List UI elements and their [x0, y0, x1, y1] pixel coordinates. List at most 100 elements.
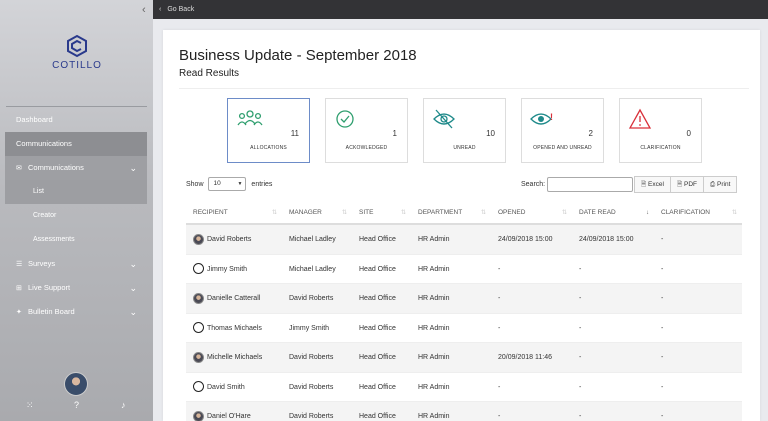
page-subtitle: Read Results [179, 68, 240, 79]
sidebar-group-communications[interactable]: ✉ Communications ⌄ [5, 156, 147, 180]
sidebar-item-label: Communications [16, 139, 72, 148]
cell-department: HR Admin [418, 354, 450, 361]
sidebar-item-list[interactable]: List [5, 180, 147, 204]
cell-site: Head Office [359, 236, 396, 243]
page-title: Business Update - September 2018 [179, 47, 417, 64]
cell-recipient: Michelle Michaels [186, 343, 282, 372]
table-row[interactable]: Daniel O'Hare David Roberts Head Office HR … [186, 402, 742, 421]
results-table: RECIPIENT ⇅ MANAGER ⇅ SITE ⇅ DEPARTMENT ⇅ OP… [186, 201, 742, 421]
cell-opened: - [498, 265, 501, 273]
print-button[interactable]: ⎙ Print [704, 176, 738, 193]
stat-clarification[interactable]: 0 CLARIFICATION [619, 98, 702, 163]
cell-manager: David Roberts [289, 413, 334, 420]
stat-value: 1 [392, 129, 397, 138]
cell-clarification: - [661, 265, 664, 273]
search-input[interactable] [547, 177, 633, 192]
column-header-recipient[interactable]: RECIPIENT ⇅ [186, 201, 282, 223]
sidebar-divider [6, 106, 147, 107]
stat-unread[interactable]: 10 UNREAD [423, 98, 506, 163]
sidebar-item-label: Creator [33, 212, 57, 219]
stat-value: 2 [588, 129, 593, 138]
grid-icon[interactable]: ⁙ [26, 400, 34, 411]
cell-opened: - [498, 295, 501, 302]
cell-date-read: 24/09/2018 15:00 [579, 236, 634, 243]
sidebar-item-label: Communications [28, 163, 84, 172]
pdf-button[interactable]: 🗎 PDF [670, 176, 704, 193]
excel-button[interactable]: 🗎 Excel [634, 176, 671, 193]
cell-recipient: Thomas Michaels [186, 314, 282, 343]
sidebar-group-live-support[interactable]: ⊞ Live Support ⌄ [5, 276, 147, 300]
stat-allocations[interactable]: 11 ALLOCATIONS [227, 98, 310, 163]
sidebar-item-creator[interactable]: Creator [5, 204, 147, 228]
users-icon [236, 108, 264, 130]
sort-icon: ↓ [646, 210, 649, 216]
table-row[interactable]: Thomas Michaels Jimmy Smith Head Office HR … [186, 314, 742, 343]
avatar [193, 292, 204, 304]
cell-clarification: - [661, 413, 664, 420]
cell-date-read: - [579, 265, 582, 273]
user-icon [193, 381, 204, 393]
list-icon: ☰ [16, 261, 23, 268]
cotillo-logo-icon [67, 34, 87, 58]
cell-site: Head Office [359, 354, 396, 361]
avatar [193, 410, 204, 421]
sort-icon: ⇅ [731, 210, 737, 216]
sidebar-item-label: Surveys [28, 259, 56, 268]
sidebar-group-surveys[interactable]: ☰ Surveys ⌄ [5, 252, 147, 276]
cell-manager: David Roberts [289, 383, 334, 391]
column-header-clarification[interactable]: CLARIFICATION ⇅ [654, 201, 742, 223]
sidebar-item-assessments[interactable]: Assessments [5, 228, 147, 252]
column-header-manager[interactable]: MANAGER ⇅ [282, 201, 352, 223]
cell-date-read: - [579, 354, 582, 361]
column-header-department[interactable]: DEPARTMENT ⇅ [411, 201, 491, 223]
cell-site: Head Office [359, 413, 396, 420]
table-row[interactable]: Danielle Catterall David Roberts Head Offi… [186, 284, 742, 314]
column-header-site[interactable]: SITE ⇅ [352, 201, 411, 223]
table-body: David Roberts Michael Ladley Head Office HR… [186, 225, 742, 421]
chevron-down-icon: ⌄ [129, 163, 137, 173]
sidebar-item-dashboard[interactable]: Dashboard [5, 108, 147, 132]
sidebar-item-label: Dashboard [16, 115, 53, 124]
file-pdf-icon: 🗎 [676, 181, 683, 188]
help-icon[interactable]: ? [74, 400, 79, 410]
envelope-icon: ✉ [16, 165, 22, 172]
go-back-button[interactable]: ‹ Go Back [153, 0, 768, 19]
table-row[interactable]: David Roberts Michael Ladley Head Office HR… [186, 225, 742, 255]
sidebar-group-bulletin-board[interactable]: ✦ Bulletin Board ⌄ [5, 300, 147, 324]
stat-acknowledged[interactable]: 1 ACKOWLEDGED [325, 98, 408, 163]
sidebar-item-label: Assessments [33, 236, 75, 243]
cell-manager: David Roberts [289, 295, 334, 302]
sidebar-item-communications[interactable]: Communications [5, 132, 147, 156]
sidebar-item-label: Live Support [28, 283, 71, 292]
cell-opened: 24/09/2018 15:00 [498, 236, 553, 243]
cell-clarification: - [661, 383, 664, 391]
cell-manager: Michael Ladley [289, 236, 336, 243]
user-avatar[interactable] [64, 372, 88, 396]
table-row[interactable]: Jimmy Smith Michael Ladley Head Office HR A… [186, 255, 742, 284]
cell-clarification: - [661, 236, 664, 243]
cell-site: Head Office [359, 383, 396, 391]
avatar [193, 351, 204, 363]
table-row[interactable]: Michelle Michaels David Roberts Head Offic… [186, 343, 742, 373]
bell-icon[interactable]: ♪ [121, 400, 126, 410]
top-bar: ‹ Go Back [153, 0, 768, 19]
length-control: Show 10 ▼ entries [186, 177, 272, 191]
chevron-down-icon: ⌄ [129, 259, 137, 269]
chevron-left-icon[interactable]: ‹ [142, 4, 146, 16]
sort-icon: ⇅ [480, 210, 486, 216]
table-row[interactable]: David Smith David Roberts Head Office HR Ad… [186, 373, 742, 402]
stat-label: ACKOWLEDGED [345, 145, 388, 151]
cell-recipient: Jimmy Smith [186, 255, 282, 284]
stat-label: CLARIFICATION [640, 145, 681, 151]
cell-recipient: Daniel O'Hare [186, 402, 282, 421]
search-label: Search: [521, 181, 546, 188]
column-header-date-read[interactable]: DATE READ ↓ [572, 201, 654, 223]
sidebar: ‹ COTILLO Dashboard Communications ✉ Comm… [0, 0, 153, 421]
sort-icon: ⇅ [341, 210, 347, 216]
entries-select[interactable]: 10 ▼ [208, 177, 247, 191]
cell-clarification: - [661, 324, 664, 332]
chevron-down-icon: ⌄ [129, 307, 137, 317]
cell-site: Head Office [359, 295, 396, 302]
stat-opened-and-unread[interactable]: ! 2 OPENED AND UNREAD [521, 98, 604, 163]
column-header-opened[interactable]: OPENED ⇅ [491, 201, 572, 223]
